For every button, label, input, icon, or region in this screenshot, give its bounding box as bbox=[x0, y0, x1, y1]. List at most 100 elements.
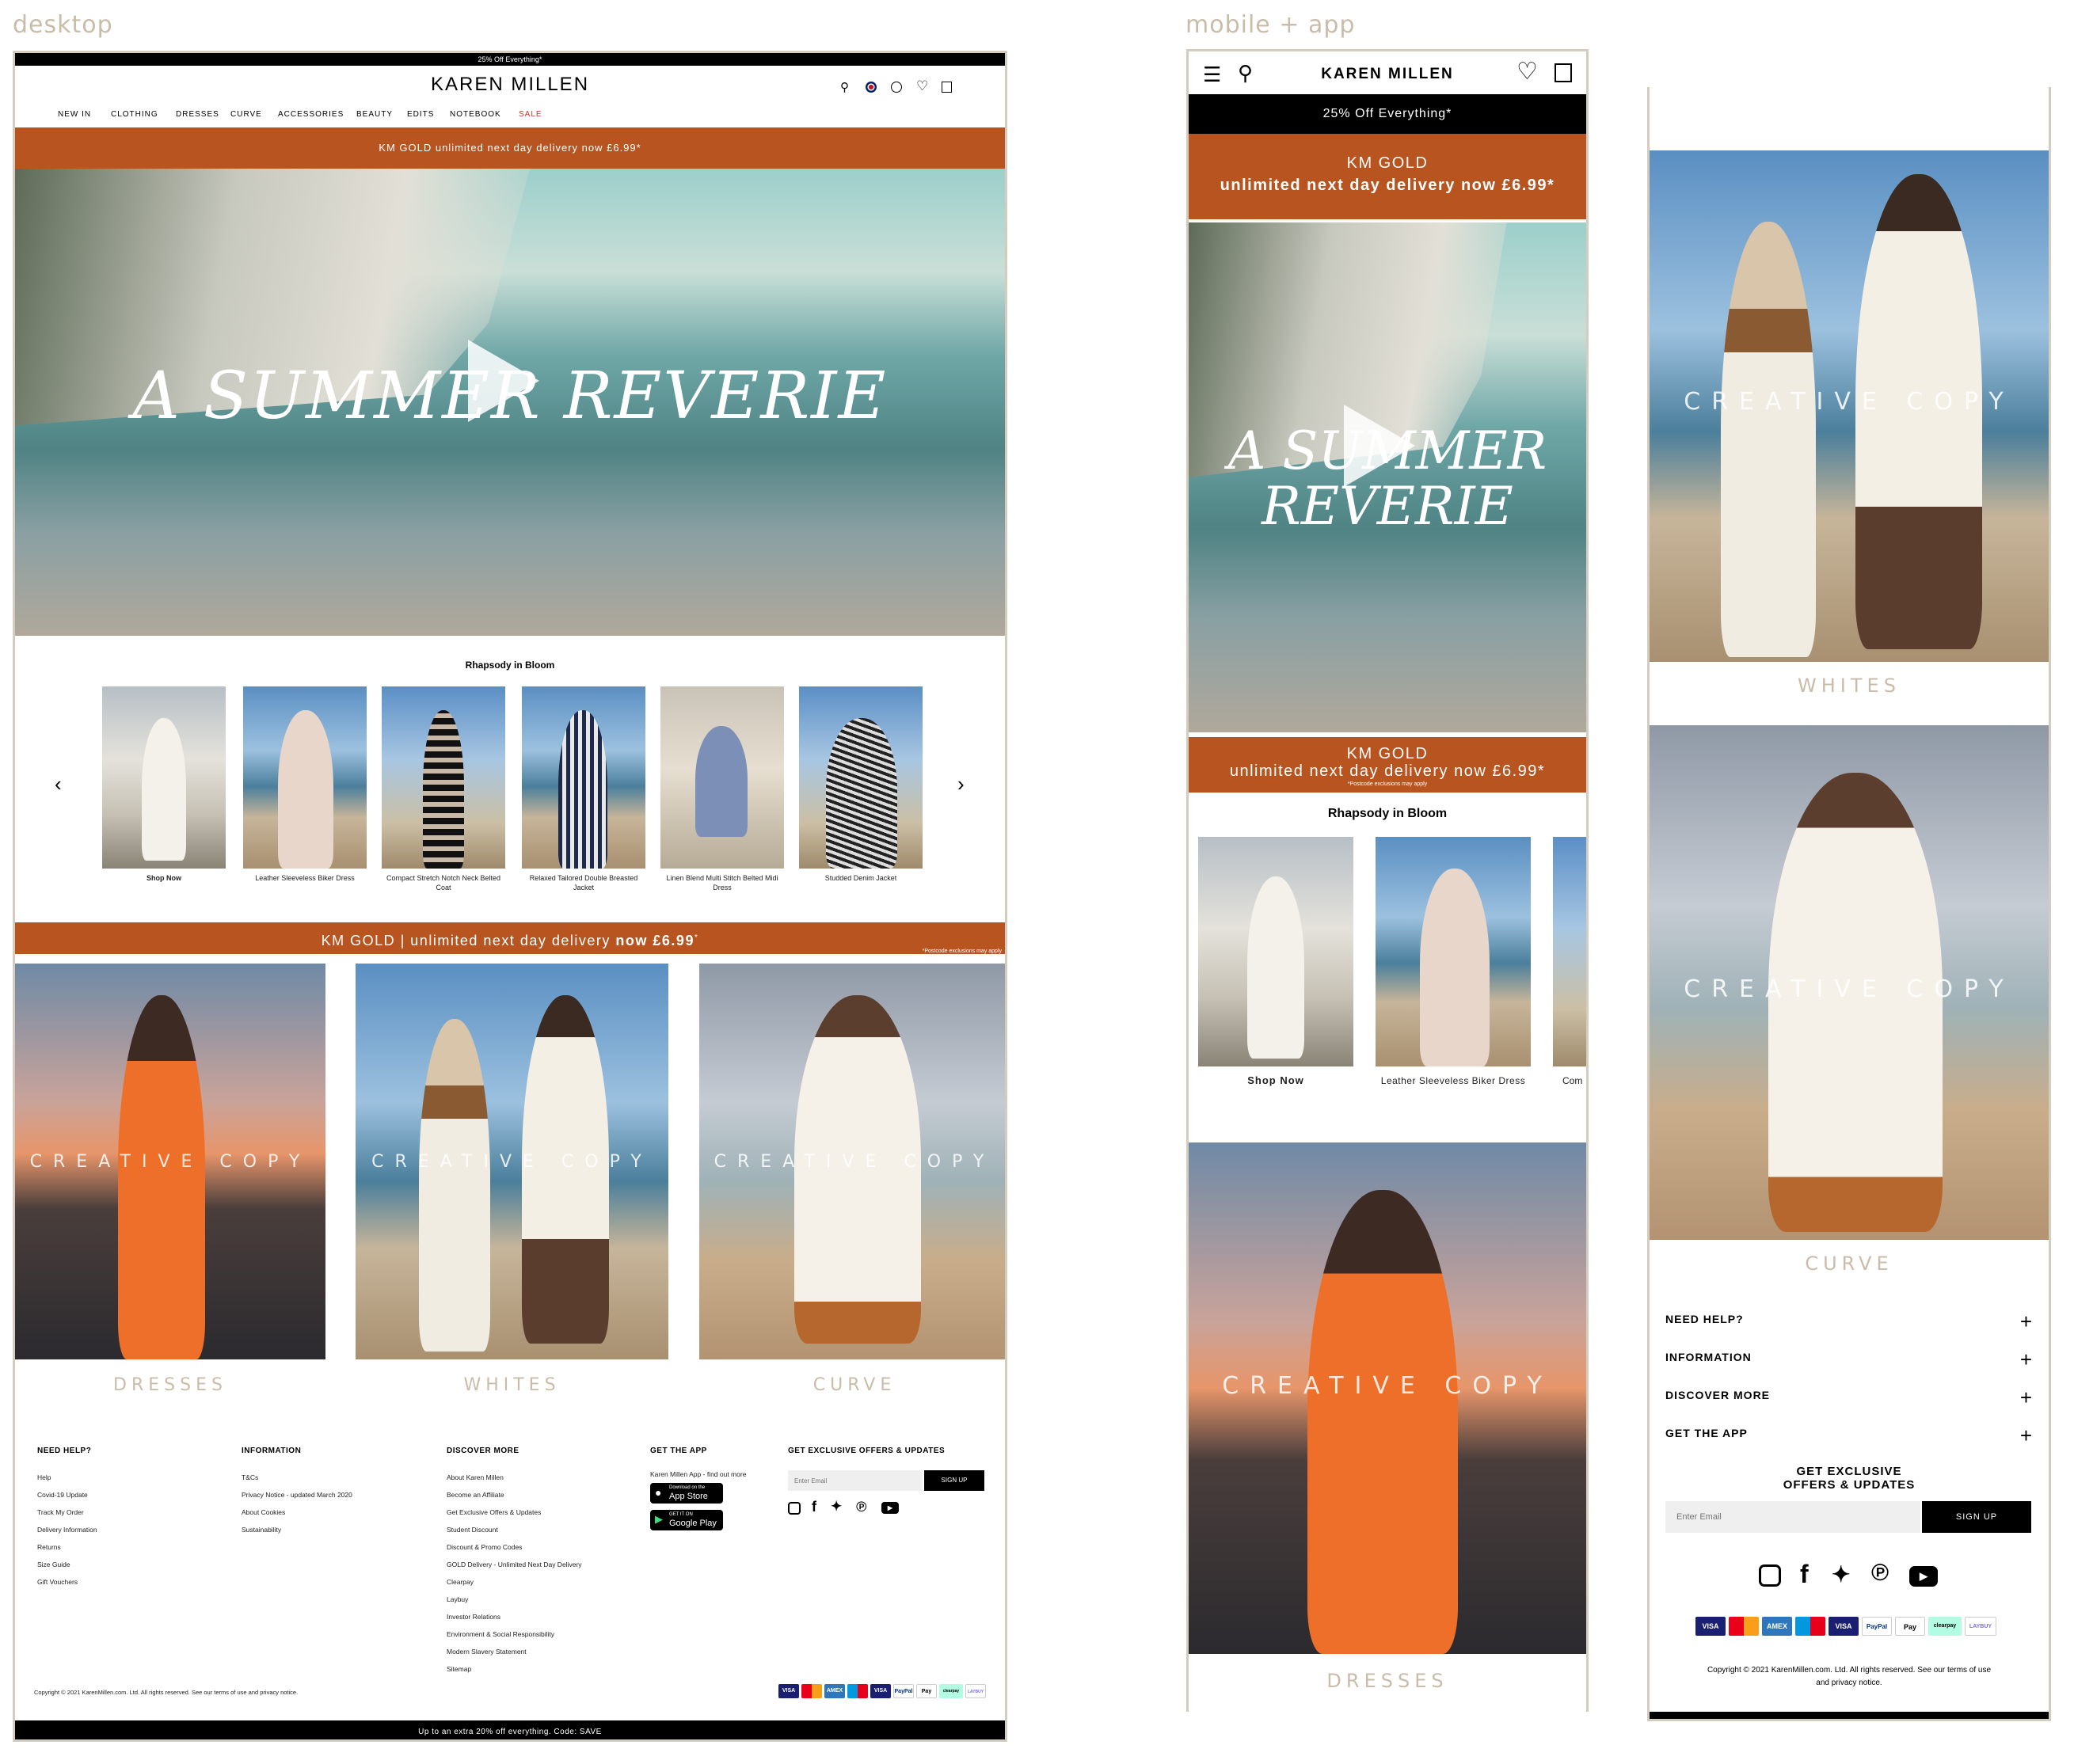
facebook-icon[interactable]: f bbox=[1800, 1560, 1809, 1589]
mobile-gold-strip[interactable]: KM GOLD unlimited next day delivery now … bbox=[1189, 737, 1586, 793]
footer-link[interactable]: T&Cs bbox=[242, 1473, 258, 1481]
nav-edits[interactable]: EDITS bbox=[407, 110, 434, 119]
category-label-curve[interactable]: CURVE bbox=[699, 1375, 1005, 1395]
plus-icon[interactable]: + bbox=[2020, 1348, 2033, 1372]
accordion-need-help[interactable]: NEED HELP? + bbox=[1665, 1310, 2033, 1335]
product-image[interactable] bbox=[382, 686, 505, 869]
footer-link[interactable]: Discount & Promo Codes bbox=[447, 1543, 522, 1551]
nav-accessories[interactable]: ACCESSORIES bbox=[278, 110, 344, 119]
mobile-gold-banner[interactable]: KM GOLD unlimited next day delivery now … bbox=[1189, 134, 1586, 219]
wishlist-heart-icon[interactable]: ♡ bbox=[1516, 58, 1538, 86]
app-signup-button[interactable]: SIGN UP bbox=[1922, 1501, 2031, 1533]
footer-link[interactable]: Help bbox=[37, 1473, 51, 1481]
uk-flag-icon[interactable] bbox=[866, 82, 877, 93]
footer-link[interactable]: Modern Slavery Statement bbox=[447, 1648, 527, 1656]
product-caption[interactable]: Compact Stretch Notch Neck Belted Coat bbox=[382, 873, 505, 892]
footer-link[interactable]: GOLD Delivery - Unlimited Next Day Deliv… bbox=[447, 1561, 582, 1568]
footer-link[interactable]: Returns bbox=[37, 1543, 61, 1551]
product-caption[interactable]: Relaxed Tailored Double Breasted Jacket bbox=[522, 873, 645, 892]
product-caption[interactable]: Leather Sleeveless Biker Dress bbox=[1376, 1076, 1531, 1085]
product-card[interactable]: Shop Now bbox=[102, 686, 226, 892]
bag-icon[interactable] bbox=[1555, 63, 1572, 82]
footer-email-input[interactable] bbox=[788, 1470, 923, 1491]
footer-signup-button[interactable]: SIGN UP bbox=[924, 1470, 984, 1491]
desktop-gold-strip[interactable]: KM GOLD | unlimited next day delivery no… bbox=[15, 922, 1005, 954]
category-label-curve[interactable]: CURVE bbox=[1650, 1253, 2049, 1275]
footer-link[interactable]: Investor Relations bbox=[447, 1613, 500, 1621]
desktop-hero-video[interactable]: A SUMMER REVERIE bbox=[15, 169, 1005, 636]
category-tile-curve[interactable]: CREATIVE COPY bbox=[699, 964, 1005, 1359]
product-card[interactable]: Shop Now bbox=[1198, 837, 1353, 1098]
footer-link[interactable]: Environment & Social Responsibility bbox=[447, 1630, 554, 1638]
account-icon[interactable] bbox=[891, 82, 902, 93]
product-image[interactable] bbox=[1553, 837, 1586, 1066]
category-label-dresses[interactable]: DRESSES bbox=[15, 1375, 325, 1395]
product-card[interactable]: Leather Sleeveless Biker Dress bbox=[1376, 837, 1531, 1098]
desktop-bottom-bar[interactable]: Up to an extra 20% off everything. Code:… bbox=[15, 1720, 1005, 1739]
category-tile-whites[interactable]: CREATIVE COPY bbox=[1650, 150, 2049, 662]
category-tile-dresses[interactable]: CREATIVE COPY bbox=[15, 964, 325, 1359]
category-label-whites[interactable]: WHITES bbox=[356, 1375, 668, 1395]
nav-sale[interactable]: SALE bbox=[519, 110, 542, 119]
accordion-get-the-app[interactable]: GET THE APP + bbox=[1665, 1424, 2033, 1449]
footer-link[interactable]: Sustainability bbox=[242, 1526, 281, 1534]
product-card[interactable]: Compact Stretch Notch Neck Belted Coat bbox=[382, 686, 505, 892]
plus-icon[interactable]: + bbox=[2020, 1424, 2033, 1448]
twitter-icon[interactable]: ✦ bbox=[831, 1499, 842, 1515]
product-image[interactable] bbox=[243, 686, 367, 869]
accordion-discover-more[interactable]: DISCOVER MORE + bbox=[1665, 1386, 2033, 1411]
product-image[interactable] bbox=[522, 686, 645, 869]
instagram-icon[interactable] bbox=[1759, 1564, 1781, 1587]
pinterest-icon[interactable]: ℗ bbox=[856, 1499, 866, 1515]
twitter-icon[interactable]: ✦ bbox=[1832, 1561, 1850, 1587]
youtube-icon[interactable]: ▶ bbox=[1909, 1566, 1938, 1587]
product-caption[interactable]: Linen Blend Multi Stitch Belted Midi Dre… bbox=[660, 873, 784, 892]
mobile-promo-bar[interactable]: 25% Off Everything* bbox=[1189, 94, 1586, 134]
wishlist-heart-icon[interactable]: ♡ bbox=[916, 78, 928, 94]
search-icon[interactable]: ⚲ bbox=[840, 80, 849, 94]
footer-link[interactable]: Track My Order bbox=[37, 1508, 84, 1516]
mobile-hero-video[interactable]: A SUMMER REVERIE bbox=[1189, 222, 1586, 732]
product-caption[interactable]: Leather Sleeveless Biker Dress bbox=[243, 873, 367, 883]
footer-link[interactable]: Privacy Notice - updated March 2020 bbox=[242, 1491, 352, 1499]
plus-icon[interactable]: + bbox=[2020, 1386, 2033, 1410]
product-card[interactable]: Linen Blend Multi Stitch Belted Midi Dre… bbox=[660, 686, 784, 892]
footer-link[interactable]: Student Discount bbox=[447, 1526, 498, 1534]
product-image[interactable] bbox=[799, 686, 923, 869]
footer-link[interactable]: Become an Affiliate bbox=[447, 1491, 504, 1499]
product-card[interactable]: Com bbox=[1553, 837, 1586, 1098]
product-image[interactable] bbox=[660, 686, 784, 869]
accordion-information[interactable]: INFORMATION + bbox=[1665, 1348, 2033, 1373]
nav-new-in[interactable]: NEW IN bbox=[58, 110, 91, 119]
google-play-button[interactable]: ▶ GET IT ON Google Play bbox=[650, 1510, 723, 1530]
product-card[interactable]: Studded Denim Jacket bbox=[799, 686, 923, 892]
category-tile-whites[interactable]: CREATIVE COPY bbox=[356, 964, 668, 1359]
footer-link[interactable]: Laybuy bbox=[447, 1595, 468, 1603]
product-caption[interactable]: Studded Denim Jacket bbox=[799, 873, 923, 883]
category-label-whites[interactable]: WHITES bbox=[1650, 675, 2049, 697]
product-image[interactable] bbox=[1198, 837, 1353, 1066]
footer-link[interactable]: Get Exclusive Offers & Updates bbox=[447, 1508, 541, 1516]
youtube-icon[interactable]: ▶ bbox=[881, 1502, 899, 1514]
product-image[interactable] bbox=[1376, 837, 1531, 1066]
footer-link[interactable]: Size Guide bbox=[37, 1561, 70, 1568]
plus-icon[interactable]: + bbox=[2020, 1310, 2033, 1334]
footer-app-text[interactable]: Karen Millen App - find out more bbox=[650, 1470, 746, 1478]
footer-link[interactable]: About Cookies bbox=[242, 1508, 285, 1516]
footer-link[interactable]: Covid-19 Update bbox=[37, 1491, 88, 1499]
carousel-next-icon[interactable]: › bbox=[957, 772, 965, 796]
category-tile-dresses[interactable]: CREATIVE COPY bbox=[1189, 1142, 1586, 1654]
product-card[interactable]: Leather Sleeveless Biker Dress bbox=[243, 686, 367, 892]
pinterest-icon[interactable]: ℗ bbox=[1871, 1560, 1889, 1587]
nav-curve[interactable]: CURVE bbox=[230, 110, 262, 119]
carousel-prev-icon[interactable]: ‹ bbox=[55, 772, 62, 796]
product-image[interactable] bbox=[102, 686, 226, 869]
nav-beauty[interactable]: BEAUTY bbox=[356, 110, 393, 119]
category-label-dresses[interactable]: DRESSES bbox=[1189, 1670, 1586, 1692]
desktop-promo-bar[interactable]: 25% Off Everything* bbox=[15, 53, 1005, 66]
product-card[interactable]: Relaxed Tailored Double Breasted Jacket bbox=[522, 686, 645, 892]
product-caption[interactable]: Shop Now bbox=[1198, 1075, 1353, 1085]
bag-icon[interactable] bbox=[942, 82, 952, 93]
app-email-input[interactable] bbox=[1665, 1501, 1920, 1533]
category-tile-curve[interactable]: CREATIVE COPY bbox=[1650, 725, 2049, 1240]
